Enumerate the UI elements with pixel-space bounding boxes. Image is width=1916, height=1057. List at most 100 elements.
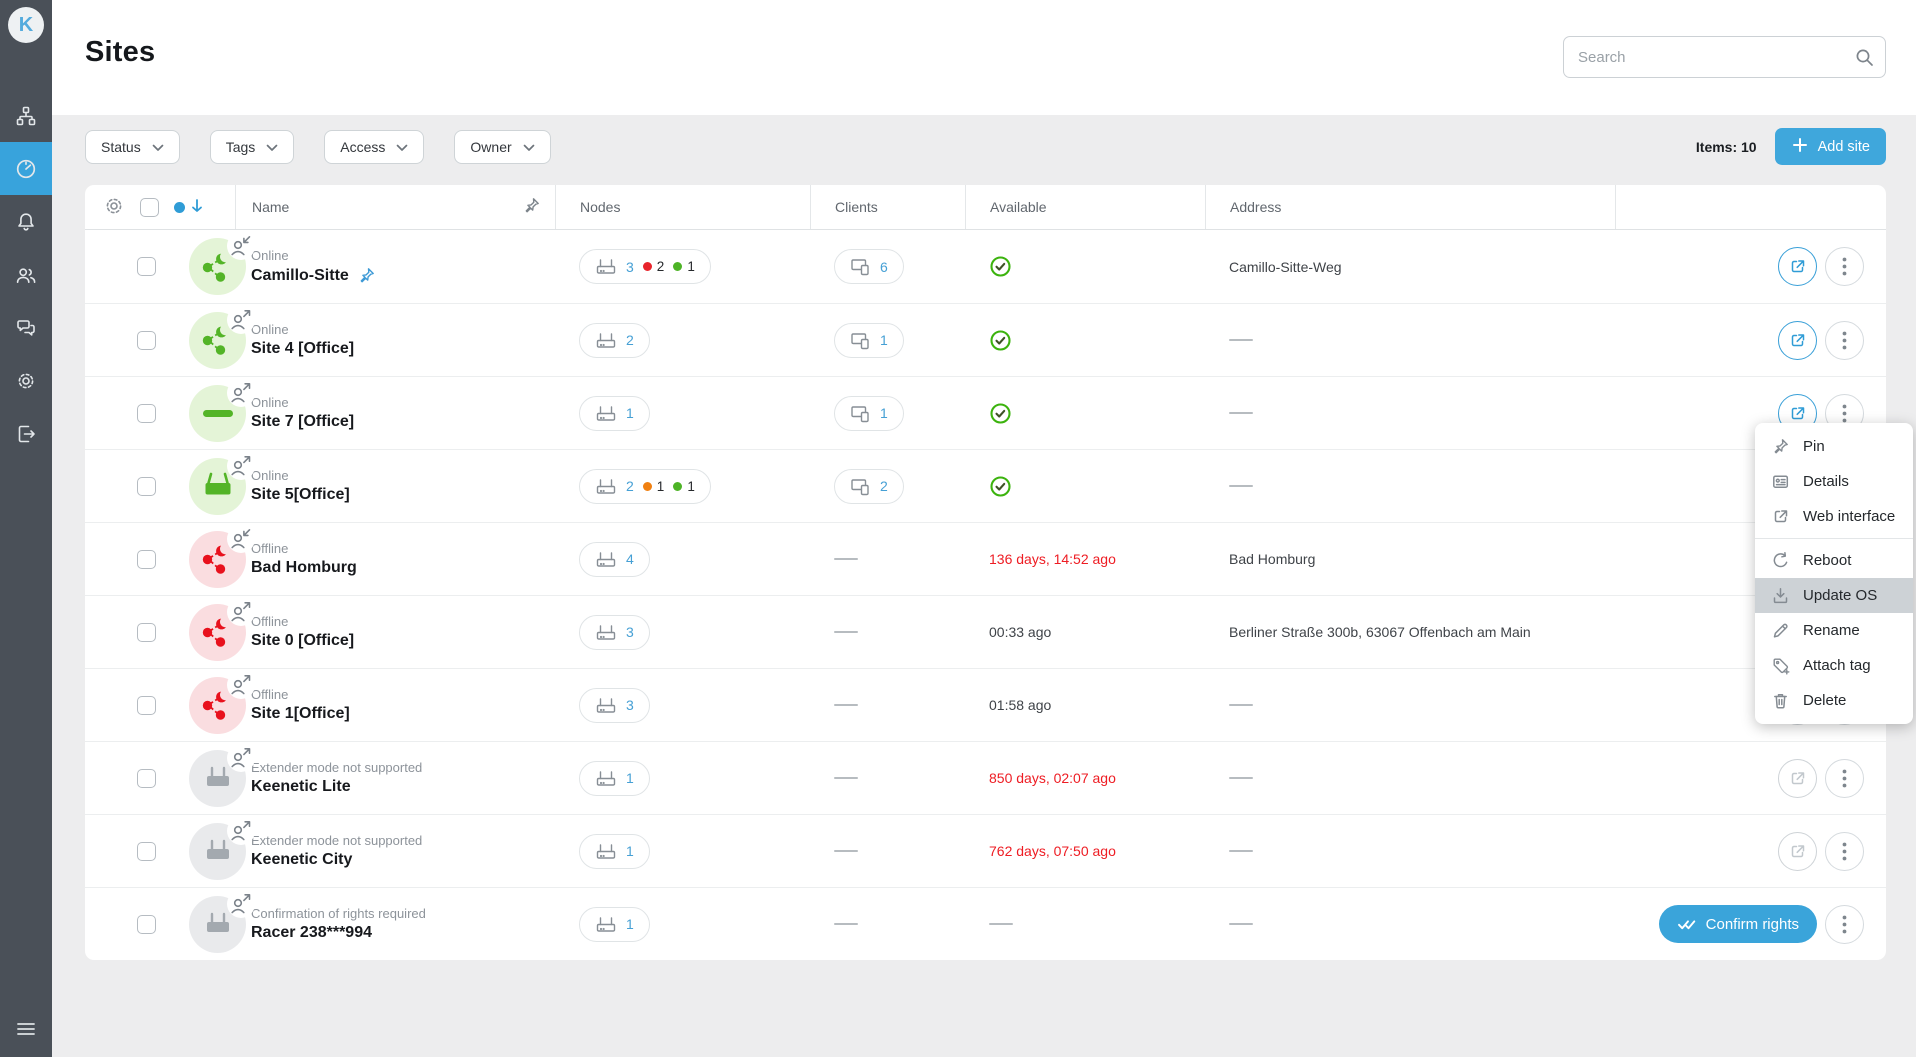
page-title: Sites — [85, 36, 155, 69]
row-menu-kebab-button[interactable] — [1825, 759, 1864, 798]
sidebar-item-gear[interactable] — [0, 354, 52, 407]
row-menu-kebab-button[interactable] — [1825, 321, 1864, 360]
site-name-link[interactable]: Keenetic Lite — [251, 778, 351, 796]
menu-item-reboot[interactable]: Reboot — [1755, 543, 1913, 578]
column-settings-gear-icon[interactable] — [103, 195, 125, 220]
site-status-text: Online — [251, 322, 289, 337]
count-pill: 1 — [579, 761, 650, 796]
owner-person-incoming-icon — [227, 232, 255, 260]
row-checkbox[interactable] — [137, 550, 156, 569]
row-checkbox[interactable] — [137, 915, 156, 934]
reboot-icon — [1771, 551, 1790, 570]
menu-item-update-os[interactable]: Update OS — [1755, 578, 1913, 613]
row-checkbox[interactable] — [137, 404, 156, 423]
available-text: 00:33 ago — [989, 624, 1051, 640]
menu-item-pin[interactable]: Pin — [1755, 429, 1913, 464]
filter-owner-button[interactable]: Owner — [454, 130, 550, 164]
sidebar-item-dashboard[interactable] — [0, 142, 52, 195]
site-name-link[interactable]: Bad Homburg — [251, 559, 357, 577]
table-row: Online Site 7 [Office] 1 1 — [85, 376, 1886, 449]
address-cell: Bad Homburg — [1205, 551, 1615, 567]
count-value: 4 — [626, 551, 634, 567]
site-name-link[interactable]: Site 4 [Office] — [251, 340, 354, 358]
add-site-button[interactable]: Add site — [1775, 128, 1886, 165]
count-pill: 211 — [579, 469, 711, 504]
filter-status-button[interactable]: Status — [85, 130, 180, 164]
pin-column-icon[interactable] — [522, 196, 541, 218]
app-logo[interactable]: K — [8, 7, 44, 43]
row-menu-kebab-button[interactable] — [1825, 247, 1864, 286]
sidebar-item-chat[interactable] — [0, 301, 52, 354]
sidebar-item-logout[interactable] — [0, 407, 52, 460]
site-name-link[interactable]: Site 7 [Office] — [251, 413, 354, 431]
menu-item-label: Reboot — [1803, 552, 1851, 569]
chevron-down-icon — [396, 139, 408, 155]
double-check-icon — [1677, 918, 1697, 931]
row-checkbox[interactable] — [137, 257, 156, 276]
owner-person-incoming-icon — [227, 525, 255, 553]
site-avatar — [189, 458, 246, 515]
select-all-checkbox[interactable] — [140, 198, 159, 217]
filter-tags-button[interactable]: Tags — [210, 130, 295, 164]
row-checkbox[interactable] — [137, 477, 156, 496]
row-menu-kebab-button[interactable] — [1825, 905, 1864, 944]
site-name-link[interactable]: Site 0 [Office] — [251, 632, 354, 650]
card-icon — [1771, 472, 1790, 491]
sidebar-item-users[interactable] — [0, 248, 52, 301]
count-pill: 6 — [834, 249, 904, 284]
site-name-link[interactable]: Keenetic City — [251, 851, 352, 869]
web-interface-button[interactable] — [1778, 321, 1817, 360]
menu-item-rename[interactable]: Rename — [1755, 613, 1913, 648]
menu-item-details[interactable]: Details — [1755, 464, 1913, 499]
site-avatar — [189, 312, 246, 369]
site-avatar — [189, 385, 246, 442]
address-cell: Berliner Straße 300b, 63067 Offenbach am… — [1205, 624, 1615, 640]
web-interface-button[interactable] — [1778, 247, 1817, 286]
menu-item-attach-tag[interactable]: Attach tag — [1755, 648, 1913, 683]
devices-icon — [850, 331, 871, 350]
clients-cell — [810, 777, 965, 779]
site-status-text: Online — [251, 248, 289, 263]
confirm-rights-button[interactable]: Confirm rights — [1659, 905, 1817, 943]
hamburger-menu-icon[interactable] — [0, 1009, 52, 1049]
nodes-cell: 211 — [555, 469, 810, 504]
row-checkbox[interactable] — [137, 769, 156, 788]
available-check-icon — [989, 402, 1012, 425]
site-name-link[interactable]: Racer 238***994 — [251, 924, 372, 942]
site-name-link[interactable]: Site 5[Office] — [251, 486, 350, 504]
site-name-link[interactable]: Camillo-Sitte — [251, 267, 349, 285]
row-checkbox[interactable] — [137, 842, 156, 861]
count-value: 2 — [626, 478, 634, 494]
nodes-cell: 1 — [555, 396, 810, 431]
empty-value-dash — [1229, 777, 1253, 779]
status-sort-control[interactable] — [174, 198, 203, 217]
menu-item-label: Web interface — [1803, 508, 1895, 525]
menu-item-delete[interactable]: Delete — [1755, 683, 1913, 718]
empty-value-dash — [1229, 704, 1253, 706]
menu-item-label: Pin — [1803, 438, 1825, 455]
row-checkbox[interactable] — [137, 331, 156, 350]
available-text: 136 days, 14:52 ago — [989, 551, 1116, 567]
empty-value-dash — [989, 923, 1013, 925]
menu-item-web-interface[interactable]: Web interface — [1755, 499, 1913, 534]
tag-icon — [1771, 656, 1790, 675]
available-cell — [965, 402, 1205, 425]
empty-value-dash — [834, 850, 858, 852]
search-input[interactable] — [1563, 36, 1886, 78]
row-menu-kebab-button[interactable] — [1825, 832, 1864, 871]
count-pill: 3 — [579, 688, 650, 723]
row-checkbox[interactable] — [137, 623, 156, 642]
site-name-link[interactable]: Site 1[Office] — [251, 705, 350, 723]
actions-cell: Confirm rights — [1615, 905, 1886, 944]
filter-access-button[interactable]: Access — [324, 130, 424, 164]
site-avatar — [189, 604, 246, 661]
count-value: 1 — [626, 770, 634, 786]
sidebar-item-bell[interactable] — [0, 195, 52, 248]
chevron-down-icon — [152, 139, 164, 155]
owner-person-outgoing-icon — [227, 598, 255, 626]
sidebar-item-topology[interactable] — [0, 89, 52, 142]
available-check-icon — [989, 329, 1012, 352]
row-checkbox[interactable] — [137, 696, 156, 715]
count-pill: 321 — [579, 249, 711, 284]
count-value: 2 — [626, 332, 634, 348]
